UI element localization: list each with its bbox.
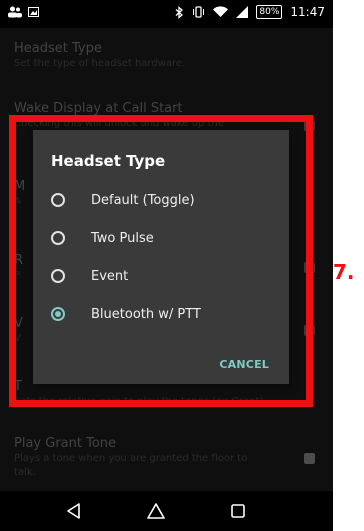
wifi-icon: [213, 6, 229, 18]
recents-icon[interactable]: [228, 501, 248, 521]
clock: 11:47: [290, 5, 325, 19]
contacts-icon: [8, 6, 22, 18]
vibrate-icon: [193, 6, 205, 18]
navigation-bar: [0, 491, 333, 531]
status-bar: 80% 11:47: [0, 0, 333, 28]
back-icon[interactable]: [64, 501, 84, 521]
home-icon[interactable]: [146, 501, 166, 521]
battery-level: 80%: [256, 5, 283, 19]
image-notification-icon: [28, 7, 39, 17]
bluetooth-icon: [175, 5, 184, 19]
step-number: 7.: [333, 260, 355, 284]
highlight-frame: [9, 115, 313, 407]
signal-icon: [236, 6, 249, 18]
